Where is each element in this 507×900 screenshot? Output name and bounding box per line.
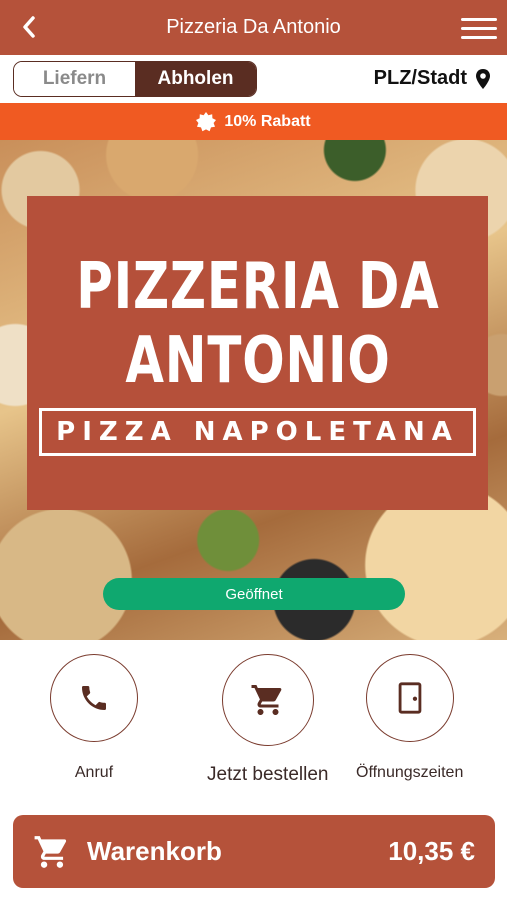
opening-hours-label: Öffnungszeiten xyxy=(356,764,464,781)
opening-hours-action[interactable]: Öffnungszeiten xyxy=(356,654,463,782)
location-label: PLZ/Stadt xyxy=(373,67,467,89)
discount-badge-icon xyxy=(196,111,217,131)
cart-icon xyxy=(34,835,67,868)
opening-hours-button[interactable] xyxy=(365,654,454,742)
logo-title-line-1: PIZZERIA DA xyxy=(75,250,440,324)
restaurant-logo: PIZZERIA DA ANTONIO PIZZA NAPOLETANA xyxy=(27,196,488,510)
cart-total: 10,35 € xyxy=(388,836,475,866)
location-selector[interactable]: PLZ/Stadt xyxy=(374,67,491,90)
cart-label: Warenkorb xyxy=(87,836,222,866)
call-label: Anruf xyxy=(74,764,114,781)
open-status-badge[interactable]: Geöffnet xyxy=(103,578,405,610)
chevron-left-icon xyxy=(23,16,35,38)
page-title: Pizzeria Da Antonio xyxy=(166,16,341,38)
mode-option-pickup[interactable]: Abholen xyxy=(135,62,256,96)
menu-bar xyxy=(461,17,497,21)
cart-button[interactable]: Warenkorb 10,35 € xyxy=(13,815,495,888)
menu-bar xyxy=(461,35,497,39)
logo-title-line-2: ANTONIO xyxy=(124,324,391,398)
call-action[interactable]: Anruf xyxy=(50,654,138,782)
call-button[interactable] xyxy=(50,654,138,742)
logo-subtitle: PIZZA NAPOLETANA xyxy=(39,408,476,456)
quick-actions: Anruf Jetzt bestellen Öffnungszeiten xyxy=(0,640,507,800)
order-mode-toggle: Liefern Abholen xyxy=(13,61,257,97)
hamburger-menu-button[interactable] xyxy=(461,10,497,46)
back-button[interactable] xyxy=(14,12,44,42)
map-pin-icon xyxy=(476,68,490,89)
discount-text: 10% Rabatt xyxy=(224,112,311,130)
door-icon xyxy=(398,682,422,714)
top-app-bar: Pizzeria Da Antonio xyxy=(0,0,507,55)
order-mode-bar: Liefern Abholen PLZ/Stadt xyxy=(0,55,507,103)
discount-banner[interactable]: 10% Rabatt xyxy=(0,103,507,140)
order-now-button[interactable] xyxy=(221,654,314,746)
phone-icon xyxy=(82,686,106,710)
order-now-action[interactable]: Jetzt bestellen xyxy=(207,654,328,786)
hero-image: PIZZERIA DA ANTONIO PIZZA NAPOLETANA Geö… xyxy=(0,140,507,640)
order-now-label: Jetzt bestellen xyxy=(207,764,329,785)
cart-icon xyxy=(251,685,282,715)
mode-option-delivery[interactable]: Liefern xyxy=(14,62,135,96)
menu-bar xyxy=(461,26,497,30)
